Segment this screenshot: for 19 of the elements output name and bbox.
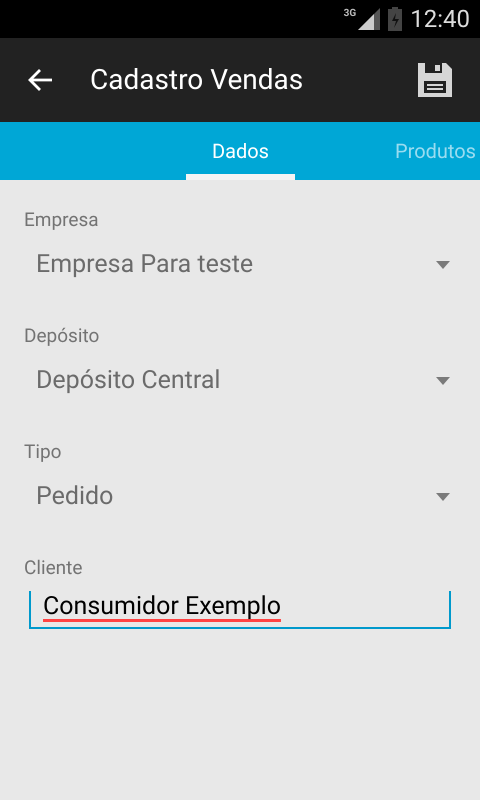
- caret-icon: [436, 261, 450, 269]
- back-arrow-icon[interactable]: [28, 68, 54, 92]
- tab[interactable]: Dados: [186, 122, 295, 180]
- clock: 12:40: [410, 4, 470, 35]
- dropdown[interactable]: Empresa Para teste: [24, 247, 450, 283]
- field-label: Depósito: [23, 326, 100, 345]
- signal-icon: [358, 8, 380, 30]
- field-label: Tipo: [23, 442, 62, 461]
- field-label: Cliente: [23, 558, 84, 577]
- dropdown[interactable]: Pedido: [24, 479, 450, 515]
- save-icon[interactable]: [418, 63, 452, 97]
- battery-icon: [388, 7, 402, 31]
- screen-title: Cadastro Vendas: [90, 62, 304, 98]
- caret-icon: [436, 377, 450, 385]
- input-field[interactable]: Consumidor Exemplo: [29, 591, 451, 629]
- field-label: Empresa: [23, 210, 100, 229]
- caret-icon: [436, 493, 450, 501]
- network-type: 3G: [344, 7, 356, 21]
- dropdown[interactable]: Depósito Central: [24, 363, 450, 399]
